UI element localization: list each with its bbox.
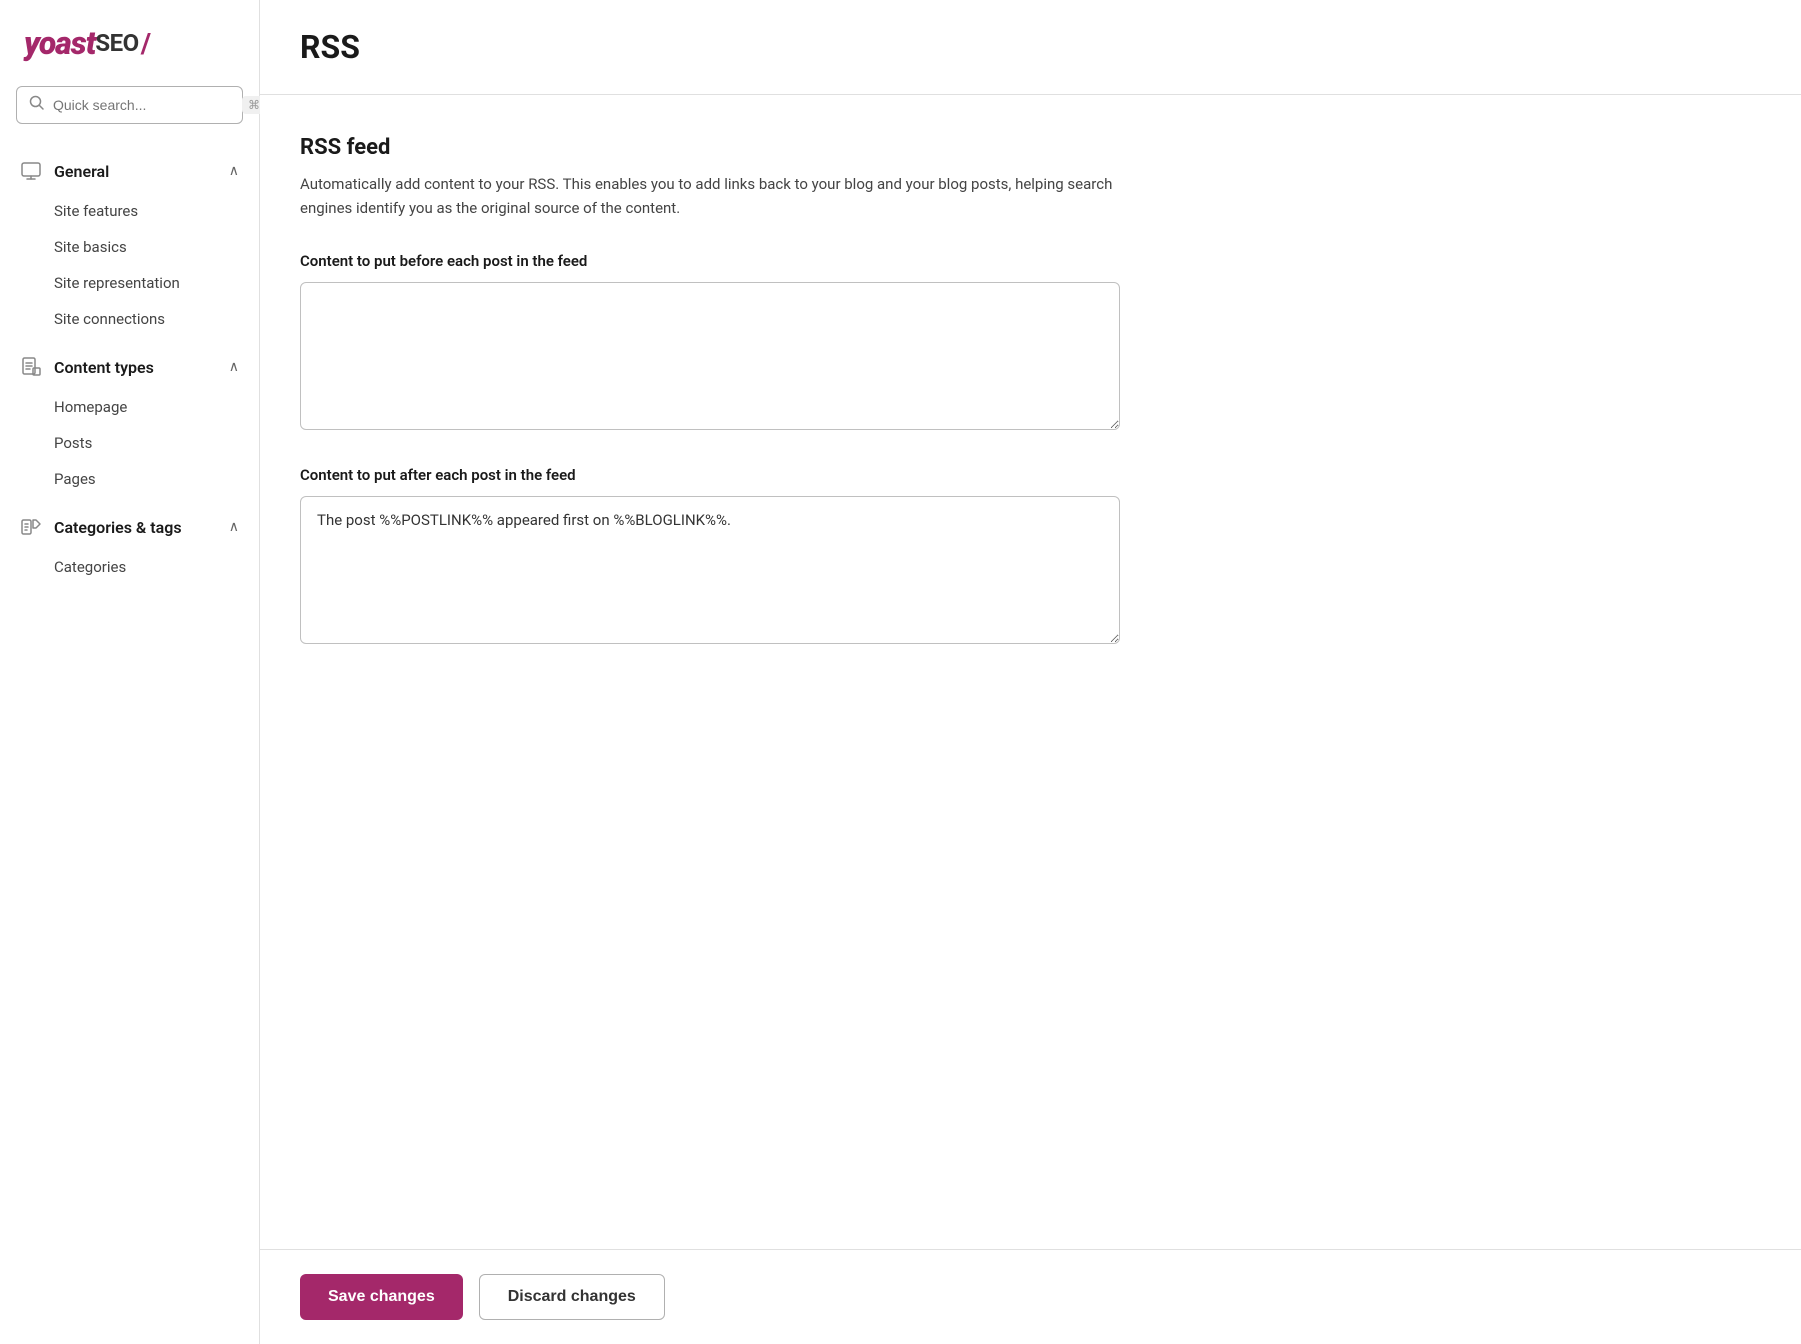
content-types-chevron-icon: ∧ <box>229 359 239 375</box>
after-post-textarea[interactable] <box>300 496 1120 644</box>
tag-icon <box>20 516 42 538</box>
general-chevron-icon: ∧ <box>229 163 239 179</box>
monitor-icon <box>20 160 42 182</box>
after-post-label: Content to put after each post in the fe… <box>300 466 1761 484</box>
main-content: RSS RSS feed Automatically add content t… <box>260 0 1801 1344</box>
sidebar: yoast SEO / ⌘K G <box>0 0 260 1344</box>
rss-feed-description: Automatically add content to your RSS. T… <box>300 172 1120 220</box>
before-post-field-group: Content to put before each post in the f… <box>300 252 1761 434</box>
logo: yoast SEO / <box>24 24 235 62</box>
before-post-label: Content to put before each post in the f… <box>300 252 1761 270</box>
rss-feed-title: RSS feed <box>300 135 1761 160</box>
page-header: RSS <box>260 0 1801 95</box>
after-post-field-group: Content to put after each post in the fe… <box>300 466 1761 648</box>
sidebar-item-categories[interactable]: Categories <box>54 550 259 584</box>
page-title: RSS <box>300 28 1761 66</box>
nav-section-content-types-label: Content types <box>54 358 154 377</box>
nav-section-categories-tags-left: Categories & tags <box>20 516 182 538</box>
rss-feed-section: RSS feed Automatically add content to yo… <box>300 135 1761 648</box>
nav-section-content-types-left: Content types <box>20 356 154 378</box>
search-box[interactable]: ⌘K <box>16 86 243 124</box>
content-area: RSS feed Automatically add content to yo… <box>260 95 1801 1249</box>
sidebar-item-site-connections[interactable]: Site connections <box>54 302 259 336</box>
nav-section-categories-tags-header[interactable]: Categories & tags ∧ <box>0 504 259 550</box>
nav-items-categories-tags: Categories <box>0 550 259 592</box>
search-icon <box>29 95 45 115</box>
sidebar-item-homepage[interactable]: Homepage <box>54 390 259 424</box>
nav-section-content-types: Content types ∧ Homepage Posts Pages <box>0 344 259 504</box>
logo-seo-text: SEO <box>95 29 138 57</box>
document-icon <box>20 356 42 378</box>
footer-bar: Save changes Discard changes <box>260 1249 1801 1344</box>
before-post-textarea[interactable] <box>300 282 1120 430</box>
nav-section-general-header[interactable]: General ∧ <box>0 148 259 194</box>
categories-tags-chevron-icon: ∧ <box>229 519 239 535</box>
sidebar-item-posts[interactable]: Posts <box>54 426 259 460</box>
sidebar-item-pages[interactable]: Pages <box>54 462 259 496</box>
nav-section-categories-tags: Categories & tags ∧ Categories <box>0 504 259 592</box>
sidebar-item-site-representation[interactable]: Site representation <box>54 266 259 300</box>
logo-area: yoast SEO / <box>0 24 259 86</box>
save-changes-button[interactable]: Save changes <box>300 1274 463 1320</box>
logo-slash-text: / <box>141 27 151 60</box>
nav-items-general: Site features Site basics Site represent… <box>0 194 259 344</box>
nav-items-content-types: Homepage Posts Pages <box>0 390 259 504</box>
nav-section-general-label: General <box>54 162 109 181</box>
nav-section-general-left: General <box>20 160 109 182</box>
sidebar-item-site-features[interactable]: Site features <box>54 194 259 228</box>
discard-changes-button[interactable]: Discard changes <box>479 1274 665 1320</box>
search-input[interactable] <box>53 97 234 113</box>
sidebar-item-site-basics[interactable]: Site basics <box>54 230 259 264</box>
nav-section-categories-tags-label: Categories & tags <box>54 518 182 537</box>
nav-section-content-types-header[interactable]: Content types ∧ <box>0 344 259 390</box>
logo-yoast-text: yoast <box>24 24 95 62</box>
nav-section-general: General ∧ Site features Site basics Site… <box>0 148 259 344</box>
